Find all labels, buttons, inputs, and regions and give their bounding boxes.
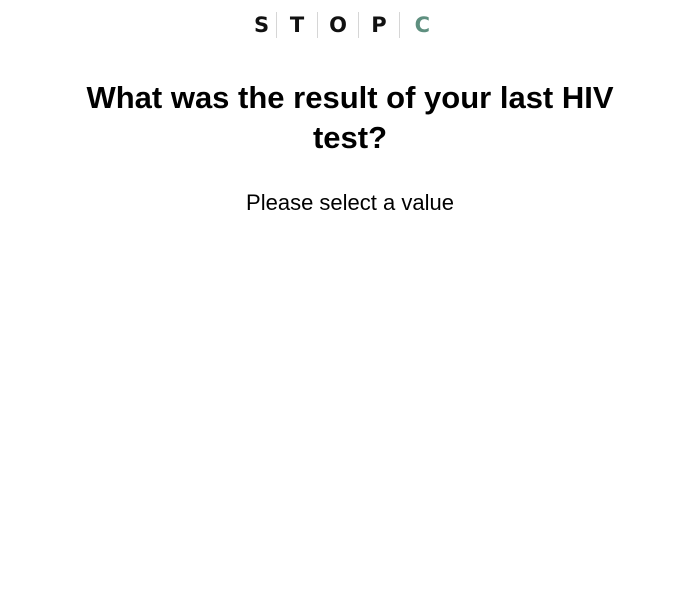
- logo-letter-o: O: [329, 13, 347, 37]
- logo-letter-p: P: [371, 13, 387, 37]
- logo-letter-t: T: [289, 13, 305, 37]
- logo-letter-c: C: [414, 13, 430, 37]
- logo-letter-s: S: [254, 13, 270, 37]
- stopc-logo: S T O P C: [254, 12, 430, 38]
- select-prompt: Please select a value: [246, 190, 454, 215]
- question-title: What was the result of your last HIV tes…: [86, 80, 614, 155]
